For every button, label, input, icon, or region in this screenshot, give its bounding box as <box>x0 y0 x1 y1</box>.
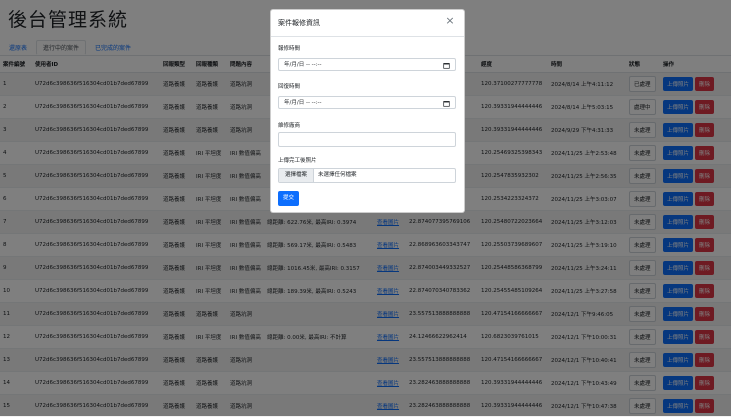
calendar-icon[interactable] <box>443 62 450 69</box>
repair-info-modal: 案件報修資訊 × 報修時間 年/月/日 -- --:-- 回復時間 年/月/日 … <box>270 9 465 213</box>
repair-time-label: 報修時間 <box>278 44 300 52</box>
submit-button[interactable]: 提交 <box>278 191 299 206</box>
return-time-label: 回復時間 <box>278 82 300 90</box>
close-icon[interactable]: × <box>444 15 456 27</box>
repair-time-value: 年/月/日 -- --:-- <box>284 62 321 68</box>
repair-time-input[interactable]: 年/月/日 -- --:-- <box>278 58 456 71</box>
vendor-input[interactable] <box>278 132 456 147</box>
calendar-icon[interactable] <box>443 100 450 107</box>
app-page: 後台管理系統 還原表 進行中的案件 已完成的案件 案件編號 使用者ID 回報類型… <box>0 0 731 416</box>
choose-file-button[interactable]: 選擇檔案 <box>279 169 314 182</box>
upload-photo-label: 上傳完工後照片 <box>278 156 317 164</box>
return-time-input[interactable]: 年/月/日 -- --:-- <box>278 96 456 109</box>
vendor-label: 維修廠商 <box>278 121 300 129</box>
modal-title: 案件報修資訊 <box>278 18 320 28</box>
photo-file-input[interactable]: 選擇檔案 未選擇任何檔案 <box>278 168 456 183</box>
modal-header: 案件報修資訊 × <box>271 10 464 37</box>
file-status-text: 未選擇任何檔案 <box>318 169 357 182</box>
return-time-value: 年/月/日 -- --:-- <box>284 100 321 106</box>
